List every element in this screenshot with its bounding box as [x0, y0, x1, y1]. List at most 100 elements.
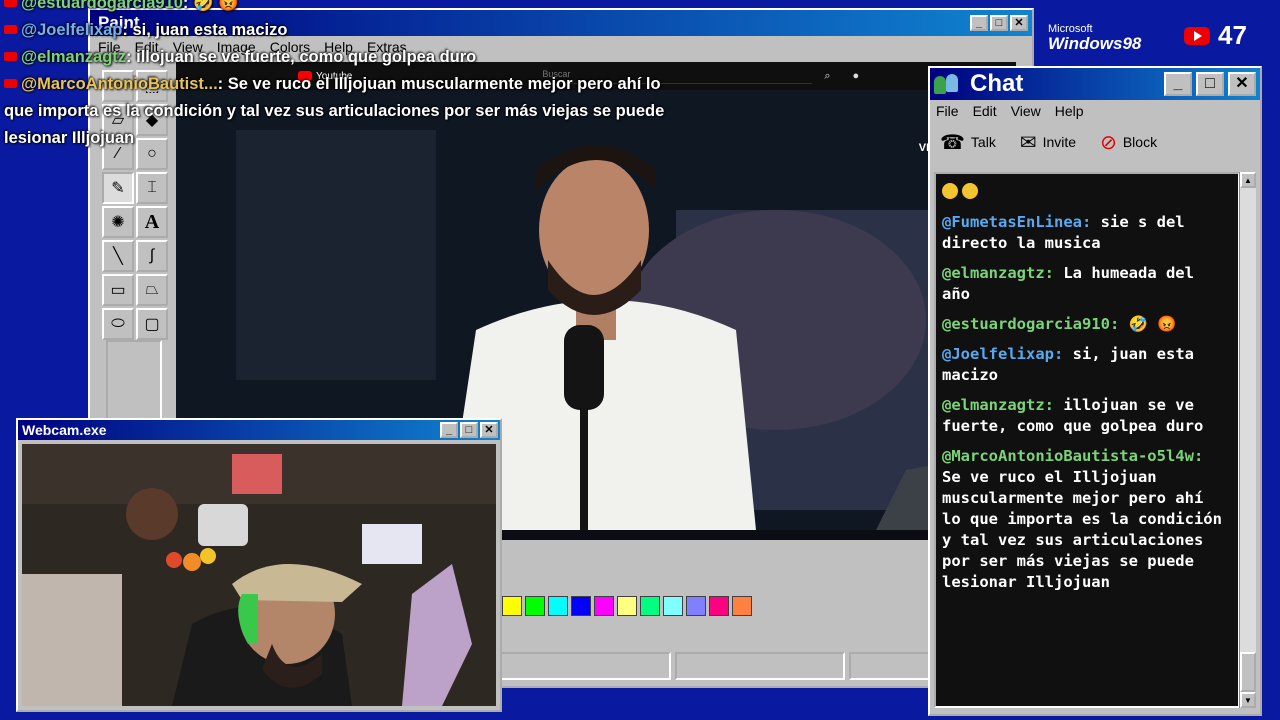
emoji-icon: [942, 183, 958, 199]
overlay-username: @Joelfelixap: [21, 21, 123, 39]
minimize-button[interactable]: _: [1164, 72, 1192, 96]
color-swatch[interactable]: [663, 596, 683, 616]
overlay-message: @MarcoAntonioBautist...: Se ve ruco el I…: [4, 71, 694, 152]
youtube-icon: [4, 52, 17, 61]
status-cell: [500, 652, 671, 680]
minimize-button[interactable]: _: [970, 15, 988, 31]
overlay-text: : si, juan esta macizo: [122, 21, 288, 39]
chat-username[interactable]: @MarcoAntonioBautista-o5l4w:: [942, 447, 1203, 465]
webcam-feed: [22, 444, 496, 706]
close-button[interactable]: ✕: [1010, 15, 1028, 31]
overlay-text: : illojuan se ve fuerte, como que golpea…: [126, 48, 477, 66]
ellipse-icon[interactable]: ⬭: [102, 308, 134, 340]
color-swatch[interactable]: [640, 596, 660, 616]
chat-log[interactable]: @FumetasEnLinea: sie s del directo la mu…: [934, 172, 1240, 708]
invite-label: Invite: [1042, 134, 1077, 150]
chat-username[interactable]: @elmanzagtz:: [942, 396, 1054, 414]
menu-help[interactable]: Help: [1055, 103, 1084, 119]
overlay-username: @estuardogarcia910: [21, 0, 183, 12]
chat-username[interactable]: @Joelfelixap:: [942, 345, 1063, 363]
webcam-titlebar[interactable]: Webcam.exe _ □ ✕: [18, 420, 500, 440]
windows98-logo: Microsoft Windows98: [1048, 24, 1142, 53]
color-swatch[interactable]: [709, 596, 729, 616]
maximize-button[interactable]: □: [460, 422, 478, 438]
search-icon[interactable]: ⌕: [824, 70, 830, 83]
chat-message: @MarcoAntonioBautista-o5l4w: Se ve ruco …: [942, 446, 1230, 593]
color-swatch[interactable]: [594, 596, 614, 616]
talk-icon: ☎: [940, 131, 965, 154]
color-swatch[interactable]: [548, 596, 568, 616]
webcam-scene-art: [22, 444, 496, 706]
color-swatch[interactable]: [732, 596, 752, 616]
maximize-button[interactable]: □: [1196, 72, 1224, 96]
minimize-button[interactable]: _: [440, 422, 458, 438]
block-label: Block: [1122, 134, 1158, 150]
curve-icon[interactable]: ∫: [136, 240, 168, 272]
chat-username[interactable]: @estuardogarcia910:: [942, 315, 1119, 333]
rectangle-icon[interactable]: ▭: [102, 274, 134, 306]
webcam-window: Webcam.exe _ □ ✕: [16, 418, 502, 712]
polygon-icon[interactable]: ⏢: [136, 274, 168, 306]
overlay-message: @estuardogarcia910: 🤣 😡: [4, 0, 704, 17]
pencil-icon[interactable]: ✎: [102, 172, 134, 204]
scroll-up-icon[interactable]: ▲: [1240, 172, 1256, 188]
chat-message: @elmanzagtz: La humeada del año: [942, 263, 1230, 305]
airbrush-icon[interactable]: ✺: [102, 206, 134, 238]
chat-message: @Joelfelixap: si, juan esta macizo: [942, 344, 1230, 386]
viewer-counter: 47: [1184, 20, 1247, 51]
overlay-message: @elmanzagtz: illojuan se ve fuerte, como…: [4, 44, 704, 71]
close-button[interactable]: ✕: [480, 422, 498, 438]
rounded-rect-icon[interactable]: ▢: [136, 308, 168, 340]
youtube-icon: [4, 0, 17, 7]
block-button[interactable]: ⊘ Block: [1100, 130, 1157, 155]
chat-message: @elmanzagtz: illojuan se ve fuerte, como…: [942, 395, 1230, 437]
overlay-username: @MarcoAntonioBautist...: [21, 75, 218, 93]
chat-text: 🤣 😡: [1128, 315, 1177, 333]
microphone-icon[interactable]: ●: [853, 70, 860, 83]
color-swatch[interactable]: [502, 596, 522, 616]
overlay-text: : 🤣 😡: [182, 0, 239, 12]
color-swatch[interactable]: [686, 596, 706, 616]
talk-label: Talk: [970, 134, 996, 150]
youtube-icon: [1184, 26, 1210, 45]
status-cell: [674, 652, 846, 680]
chat-menubar: File Edit View Help: [930, 100, 1260, 122]
brush-icon[interactable]: ⌶: [136, 172, 168, 204]
chat-username[interactable]: @elmanzagtz:: [942, 264, 1054, 282]
chat-message: @estuardogarcia910: 🤣 😡: [942, 314, 1230, 335]
youtube-icon: [4, 79, 17, 88]
color-swatch[interactable]: [571, 596, 591, 616]
menu-file[interactable]: File: [936, 103, 959, 119]
youtube-icon: [4, 25, 17, 34]
invite-button[interactable]: ✉ Invite: [1020, 130, 1076, 155]
viewer-count: 47: [1218, 20, 1247, 50]
chat-scrollbar[interactable]: ▲ ▼: [1239, 172, 1256, 708]
invite-icon: ✉: [1019, 131, 1037, 154]
scroll-down-icon[interactable]: ▼: [1240, 692, 1256, 708]
maximize-button[interactable]: □: [990, 15, 1008, 31]
talk-button[interactable]: ☎ Talk: [940, 130, 996, 155]
scroll-thumb[interactable]: [1240, 652, 1256, 692]
tool-options-box[interactable]: [106, 340, 162, 424]
chat-emoji-row: [942, 182, 1230, 203]
color-swatch[interactable]: [525, 596, 545, 616]
people-icon: [934, 72, 964, 96]
webcam-title: Webcam.exe: [22, 422, 107, 438]
color-swatch[interactable]: [617, 596, 637, 616]
chat-titlebar[interactable]: Chat _ □ ✕: [930, 68, 1260, 100]
menu-view[interactable]: View: [1011, 103, 1041, 119]
overlay-chat: @estuardogarcia910: 🤣 😡 @Joelfelixap: si…: [4, 0, 704, 152]
chat-toolbar: ☎ Talk ✉ Invite ⊘ Block: [930, 122, 1260, 162]
block-icon: ⊘: [1100, 131, 1117, 154]
text-icon[interactable]: A: [136, 206, 168, 238]
chat-message: @FumetasEnLinea: sie s del directo la mu…: [942, 212, 1230, 254]
chat-username[interactable]: @FumetasEnLinea:: [942, 213, 1091, 231]
color-palette: [502, 596, 752, 616]
chat-window: Chat _ □ ✕ File Edit View Help ☎ Talk ✉ …: [928, 66, 1262, 716]
windows98-label: Windows98: [1048, 34, 1142, 53]
emoji-icon: [962, 183, 978, 199]
overlay-message: @Joelfelixap: si, juan esta macizo: [4, 17, 704, 44]
line-icon[interactable]: ╲: [102, 240, 134, 272]
menu-edit[interactable]: Edit: [973, 103, 997, 119]
close-button[interactable]: ✕: [1228, 72, 1256, 96]
